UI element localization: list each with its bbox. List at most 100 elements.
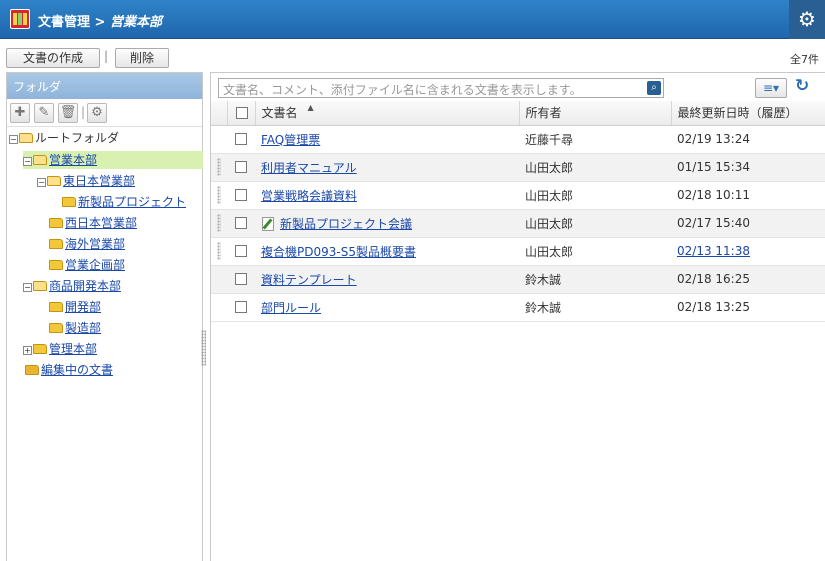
document-count: 全7件 — [790, 53, 819, 66]
column-header-name[interactable]: ▲ 文書名 — [255, 101, 520, 126]
table-row[interactable]: 資料テンプレート 鈴木誠 02/18 16:25 — [211, 265, 825, 294]
editing-document-icon — [261, 216, 275, 231]
document-link[interactable]: 複合機PD093-S5製品概要書 — [261, 245, 416, 259]
folder-icon — [49, 218, 63, 228]
history-link[interactable]: 02/13 11:38 — [677, 244, 750, 258]
toolbar-separator: | — [104, 49, 109, 63]
row-drag-handle[interactable] — [211, 153, 227, 182]
document-table: ▲ 文書名 所有者 最終更新日時（履歴） FAQ管理票 近藤千尋 02/19 13… — [211, 101, 825, 322]
table-header-row: ▲ 文書名 所有者 最終更新日時（履歴） — [211, 101, 825, 126]
document-link[interactable]: 部門ルール — [261, 301, 321, 315]
row-checkbox[interactable] — [227, 125, 255, 154]
document-name-cell: 資料テンプレート — [255, 265, 519, 294]
create-document-button[interactable]: 文書の作成 — [6, 48, 100, 68]
tree-node-kaihatsu[interactable]: 開発部 — [49, 298, 101, 316]
owner-cell: 山田太郎 — [519, 237, 671, 266]
document-link[interactable]: 新製品プロジェクト会議 — [280, 217, 412, 231]
table-row[interactable]: 複合機PD093-S5製品概要書 山田太郎 02/13 11:38 — [211, 237, 825, 266]
tree-node-kikaku[interactable]: 営業企画部 — [49, 256, 125, 274]
folder-panel: フォルダ ✚ ✎ 🗑 | ⚙ − ルートフォルダ − 営業本部 − 東日本営業部 新製… — [6, 72, 203, 561]
document-management-icon[interactable] — [10, 9, 30, 29]
document-link[interactable]: 資料テンプレート — [261, 273, 357, 287]
tree-node-nishi[interactable]: 西日本営業部 — [49, 214, 137, 232]
expand-toggle-icon[interactable]: + — [23, 346, 32, 355]
folder-open-icon — [19, 133, 33, 143]
plus-icon[interactable]: ✚ — [10, 103, 30, 123]
document-link[interactable]: 営業戦略会議資料 — [261, 189, 357, 203]
row-drag-handle[interactable] — [211, 237, 227, 266]
row-drag-handle[interactable] — [211, 293, 227, 322]
owner-cell: 鈴木誠 — [519, 293, 671, 322]
tools-separator: | — [81, 105, 86, 119]
document-name-cell: 複合機PD093-S5製品概要書 — [255, 237, 519, 266]
document-name-cell: 営業戦略会議資料 — [255, 181, 519, 210]
updated-cell: 02/18 16:25 — [671, 265, 825, 294]
toolbar: 文書の作成 | 削除 全7件 — [0, 39, 825, 71]
updated-cell: 02/19 13:24 — [671, 125, 825, 154]
tree-node-shinseihin[interactable]: 新製品プロジェクト — [62, 193, 186, 211]
document-link[interactable]: 利用者マニュアル — [261, 161, 357, 175]
row-checkbox[interactable] — [227, 237, 255, 266]
document-name-cell: 新製品プロジェクト会議 — [255, 209, 519, 238]
row-drag-handle[interactable] — [211, 265, 227, 294]
trash-icon[interactable]: 🗑 — [58, 103, 78, 123]
folder-icon — [49, 260, 63, 270]
tree-node-seizo[interactable]: 製造部 — [49, 319, 101, 337]
breadcrumb-current: 営業本部 — [109, 15, 162, 30]
tree-node-editing[interactable]: 編集中の文書 — [25, 361, 113, 379]
folder-tools: ✚ ✎ 🗑 | ⚙ — [7, 99, 202, 127]
tree-node-kaigai[interactable]: 海外営業部 — [49, 235, 125, 253]
collapse-toggle-icon[interactable]: − — [9, 135, 18, 144]
folder-settings-gear-icon[interactable]: ⚙ — [87, 103, 107, 123]
folder-icon — [49, 323, 63, 333]
app-header: 文書管理 > 営業本部 ⚙ — [0, 0, 825, 39]
row-checkbox[interactable] — [227, 293, 255, 322]
sort-asc-icon: ▲ — [307, 103, 314, 112]
document-link[interactable]: FAQ管理票 — [261, 133, 320, 147]
tree-node-shohin[interactable]: − 商品開発本部 — [23, 277, 121, 295]
search-icon[interactable]: ⌕ — [647, 81, 661, 95]
column-header-owner[interactable]: 所有者 — [519, 101, 672, 126]
updated-cell: 02/18 13:25 — [671, 293, 825, 322]
folder-icon — [49, 302, 63, 312]
document-name-cell: 利用者マニュアル — [255, 153, 519, 182]
row-checkbox[interactable] — [227, 181, 255, 210]
collapse-toggle-icon[interactable]: − — [23, 157, 32, 166]
row-checkbox[interactable] — [227, 153, 255, 182]
search-placeholder: 文書名、コメント、添付ファイル名に含まれる文書を表示します。 — [223, 83, 582, 97]
view-menu-button[interactable]: ≡▾ — [755, 78, 787, 98]
folder-icon — [62, 197, 76, 207]
search-input[interactable]: 文書名、コメント、添付ファイル名に含まれる文書を表示します。 ⌕ — [218, 78, 664, 98]
refresh-icon[interactable]: ↻ — [795, 76, 809, 96]
owner-cell: 山田太郎 — [519, 181, 671, 210]
settings-gear-icon[interactable]: ⚙ — [789, 0, 825, 39]
splitter-handle[interactable] — [201, 330, 206, 366]
row-drag-handle[interactable] — [211, 209, 227, 238]
column-header-updated[interactable]: 最終更新日時（履歴） — [671, 101, 825, 126]
updated-cell: 01/15 15:34 — [671, 153, 825, 182]
table-row[interactable]: 利用者マニュアル 山田太郎 01/15 15:34 — [211, 153, 825, 182]
row-drag-handle[interactable] — [211, 125, 227, 154]
row-checkbox[interactable] — [227, 265, 255, 294]
delete-button[interactable]: 削除 — [115, 48, 169, 68]
tree-node-eigyo[interactable]: − 営業本部 — [23, 151, 203, 169]
row-checkbox[interactable] — [227, 209, 255, 238]
table-row[interactable]: FAQ管理票 近藤千尋 02/19 13:24 — [211, 125, 825, 154]
collapse-toggle-icon[interactable]: − — [37, 178, 46, 187]
table-row[interactable]: 営業戦略会議資料 山田太郎 02/18 10:11 — [211, 181, 825, 210]
tree-node-kanri[interactable]: + 管理本部 — [23, 340, 97, 358]
updated-cell: 02/13 11:38 — [671, 237, 825, 266]
page-title: 文書管理 > 営業本部 — [38, 11, 162, 30]
document-name-cell: FAQ管理票 — [255, 125, 519, 154]
row-drag-handle[interactable] — [211, 181, 227, 210]
collapse-toggle-icon[interactable]: − — [23, 283, 32, 292]
tree-node-higashi[interactable]: − 東日本営業部 — [37, 172, 135, 190]
editing-folder-icon — [25, 365, 39, 375]
pencil-icon[interactable]: ✎ — [34, 103, 54, 123]
select-all-checkbox[interactable] — [227, 101, 256, 126]
breadcrumb-root[interactable]: 文書管理 > — [38, 15, 110, 30]
folder-open-icon — [47, 176, 61, 186]
tree-node-root[interactable]: − ルートフォルダ — [9, 129, 119, 147]
table-row[interactable]: 新製品プロジェクト会議 山田太郎 02/17 15:40 — [211, 209, 825, 238]
table-row[interactable]: 部門ルール 鈴木誠 02/18 13:25 — [211, 293, 825, 322]
